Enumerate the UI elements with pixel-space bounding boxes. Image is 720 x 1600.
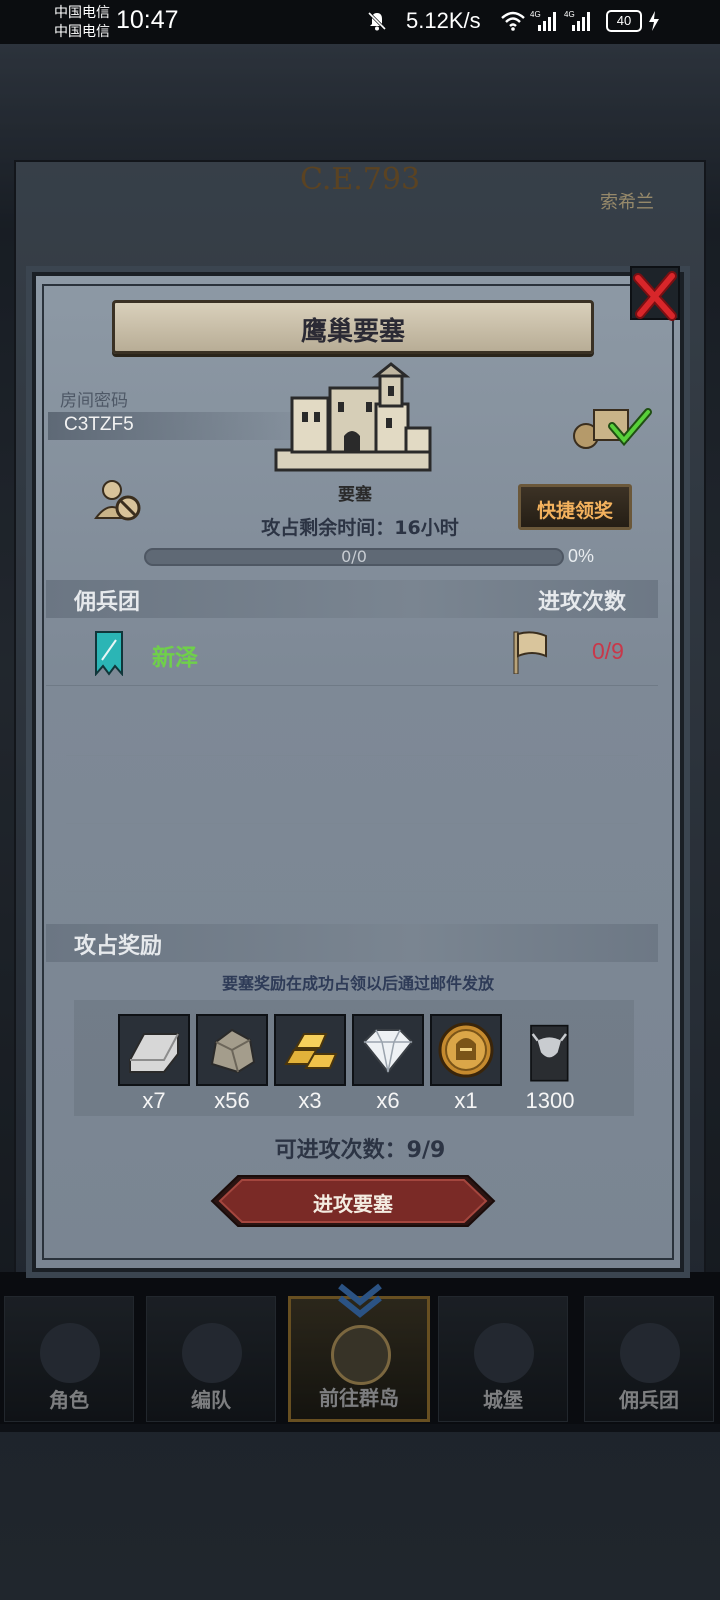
flag-icon: [513, 631, 547, 674]
attack-button-label: 进攻要塞: [313, 1192, 393, 1216]
guild-banner-icon: [95, 631, 123, 676]
reward-qty: x7: [142, 1088, 166, 1113]
fortress-label: 要塞: [338, 485, 372, 505]
supplies-claimed-icon[interactable]: [572, 404, 652, 452]
title-banner: 鹰巢要塞: [112, 300, 594, 354]
time-left: 攻占剩余时间：16小时: [261, 517, 459, 539]
carrier-label-2: 中国电信: [54, 23, 110, 39]
svg-text:4G: 4G: [530, 10, 541, 19]
status-clock: 10:47: [116, 6, 179, 34]
mute-bell-icon: [367, 11, 387, 31]
reward-qty: x6: [376, 1088, 400, 1113]
reward-qty: x56: [214, 1088, 250, 1113]
charging-bolt-icon: [649, 11, 659, 31]
mercenary-attack-count: 0/9: [592, 638, 624, 664]
empty-row: [66, 824, 638, 892]
battery-icon: 40: [606, 10, 642, 32]
attack-quota: 可进攻次数：9/9: [274, 1138, 446, 1163]
room-code[interactable]: C3TZF5: [64, 414, 134, 436]
carrier-label-1: 中国电信: [54, 4, 110, 20]
reward-qty: x3: [298, 1088, 322, 1113]
battery-level: 40: [616, 13, 632, 28]
empty-row: [66, 688, 638, 756]
reward-item[interactable]: [518, 1014, 590, 1086]
reward-item[interactable]: [196, 1014, 268, 1086]
progress-percent: 0%: [568, 546, 595, 566]
stone-ore-icon: [210, 1028, 256, 1074]
silver-ingot-icon: [129, 1033, 179, 1073]
room-password-label: 房间密码: [60, 391, 128, 411]
attack-fortress-button[interactable]: 进攻要塞: [210, 1174, 496, 1228]
svg-text:4G: 4G: [564, 10, 575, 19]
empty-row: [66, 756, 638, 824]
reward-item[interactable]: [430, 1014, 502, 1086]
fortress-image: [274, 362, 432, 472]
bull-banner-icon: [530, 1024, 569, 1082]
mercenary-header: 佣兵团: [74, 590, 141, 615]
attack-count-header: 进攻次数: [538, 590, 627, 615]
reward-note: 要塞奖励在成功占领以后通过邮件发放: [221, 974, 494, 993]
no-user-icon[interactable]: [94, 478, 142, 522]
close-icon: [633, 271, 677, 321]
close-button[interactable]: [630, 266, 680, 321]
reward-header: 攻占奖励: [74, 934, 163, 959]
reward-item[interactable]: [118, 1014, 190, 1086]
reward-item[interactable]: [274, 1014, 346, 1086]
status-bar: 中国电信 中国电信 10:47 5.12K/s 4G 4G 40: [0, 0, 720, 44]
diamond-icon: [362, 1029, 414, 1074]
gold-bars-icon: [284, 1033, 338, 1069]
signal-4g-icon: 4G: [564, 10, 590, 31]
knight-helmet-coin-icon: [438, 1022, 494, 1078]
mercenary-name: 新泽: [152, 645, 198, 671]
progress-value: 0/0: [341, 547, 367, 566]
list-item[interactable]: [46, 622, 658, 686]
dialog-title: 鹰巢要塞: [300, 317, 405, 347]
signal-4g-icon: 4G: [530, 10, 556, 31]
net-speed: 5.12K/s: [406, 8, 481, 33]
reward-item[interactable]: [352, 1014, 424, 1086]
reward-qty: x1: [454, 1088, 478, 1113]
wifi-icon: [501, 11, 525, 31]
reward-qty: 1300: [525, 1088, 575, 1113]
